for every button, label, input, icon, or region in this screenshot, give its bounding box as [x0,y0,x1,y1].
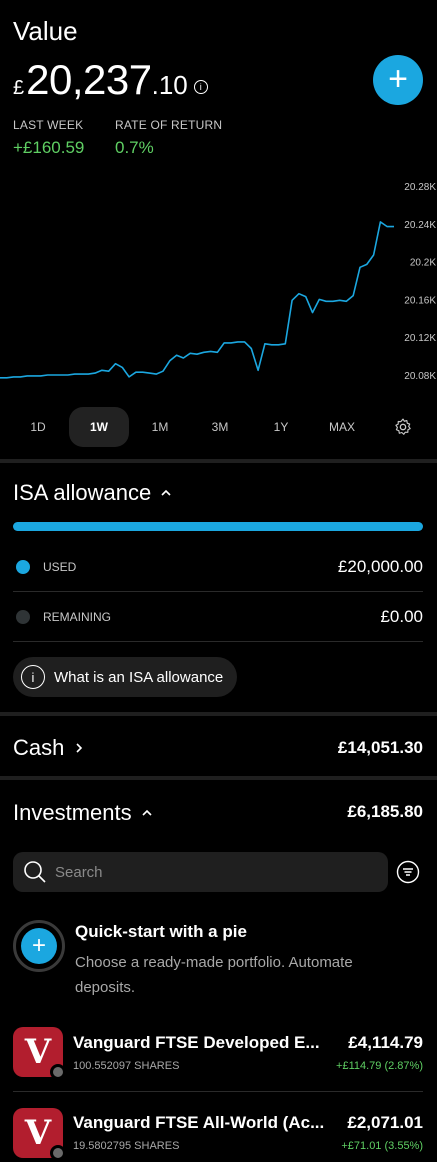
add-button[interactable]: + [373,55,423,105]
search-bar[interactable] [13,852,388,892]
last-week-label: LAST WEEK [13,118,84,132]
value-main: 20,237 [26,56,152,103]
portfolio-value: £ 20,237 .10 i [13,56,208,104]
last-week-value: +£160.59 [13,138,85,157]
used-dot-icon [16,560,30,574]
plus-icon: + [388,59,408,98]
y-tick-label: 20.08K [404,371,436,382]
plus-icon: + [21,928,57,964]
holding-value: £4,114.79 [348,1033,423,1052]
status-badge [50,1064,66,1080]
holding-shares: 19.5802795 SHARES [73,1140,180,1152]
isa-info-button[interactable]: i What is an ISA allowance [13,657,238,697]
y-tick-label: 20.12K [404,333,436,344]
vanguard-logo: V [13,1027,66,1080]
isa-allowance-header[interactable]: ISA allowance [13,480,171,506]
search-icon [24,861,46,883]
chevron-right-icon [76,743,83,753]
isa-used-row: USED £20,000.00 [13,542,423,592]
y-tick-label: 20.16K [404,295,436,306]
isa-progress-bar [13,522,423,531]
holding-name: Vanguard FTSE All-World (Ac... [73,1113,325,1132]
vanguard-logo: V [13,1108,66,1161]
cash-title: Cash [13,735,65,760]
used-label: USED [43,560,77,574]
holding-shares: 100.552097 SHARES [73,1060,180,1072]
investments-header[interactable]: Investments [13,800,152,826]
status-badge [50,1145,66,1161]
row-divider [13,1091,423,1092]
page-title: Value [13,16,78,46]
y-tick-label: 20.2K [410,258,436,269]
value-decimal: .10 [151,70,188,100]
currency-symbol: £ [13,77,25,99]
range-1w[interactable]: 1W [69,407,129,447]
holding-value: £2,071.01 [347,1113,423,1132]
section-divider [0,776,437,780]
holding-return: +£71.01 (3.55%) [341,1140,423,1152]
rate-of-return-value: 0.7% [115,138,154,157]
isa-remaining-row: REMAINING £0.00 [13,592,423,642]
range-1d[interactable]: 1D [8,407,68,447]
section-divider [0,712,437,716]
filter-icon[interactable] [396,860,420,884]
isa-info-label: What is an ISA allowance [54,668,224,686]
rate-of-return-label: RATE OF RETURN [115,118,223,132]
range-3m[interactable]: 3M [190,407,250,447]
value-chart[interactable]: 20.28K 20.24K 20.2K 20.16K 20.12K 20.08K [0,175,437,390]
gear-icon[interactable] [393,417,413,437]
quickstart-pie-button[interactable]: + [13,920,65,972]
chevron-up-icon [161,489,171,496]
info-icon: i [21,665,45,689]
range-1m[interactable]: 1M [130,407,190,447]
cash-value: £14,051.30 [337,738,423,757]
rate-of-return-stat: RATE OF RETURN 0.7% [115,118,222,158]
last-week-stat: LAST WEEK +£160.59 [13,118,84,158]
search-input[interactable] [55,863,355,881]
section-divider [0,459,437,463]
holding-logo-letter: V [24,1113,52,1153]
cash-header[interactable]: Cash [13,735,84,761]
isa-allowance-title: ISA allowance [13,480,152,505]
y-tick-label: 20.28K [404,182,436,193]
investments-value: £6,185.80 [347,802,423,821]
chevron-up-icon [142,809,152,816]
range-1y[interactable]: 1Y [251,407,311,447]
holding-name: Vanguard FTSE Developed E... [73,1033,320,1052]
time-range-selector: 1D 1W 1M 3M 1Y MAX [0,407,437,447]
range-max[interactable]: MAX [312,407,372,447]
used-value: £20,000.00 [337,557,423,576]
remaining-label: REMAINING [43,610,112,624]
row-divider [13,641,423,642]
remaining-dot-icon [16,610,30,624]
holding-return: +£114.79 (2.87%) [336,1060,423,1072]
info-icon[interactable]: i [193,80,208,94]
holding-logo-letter: V [24,1032,52,1072]
quickstart-title[interactable]: Quick-start with a pie [75,922,247,942]
value-line [0,221,394,379]
quickstart-description: Choose a ready-made portfolio. Automate … [75,954,353,996]
y-tick-label: 20.24K [404,220,436,231]
investments-title: Investments [13,800,132,825]
remaining-value: £0.00 [380,607,423,626]
